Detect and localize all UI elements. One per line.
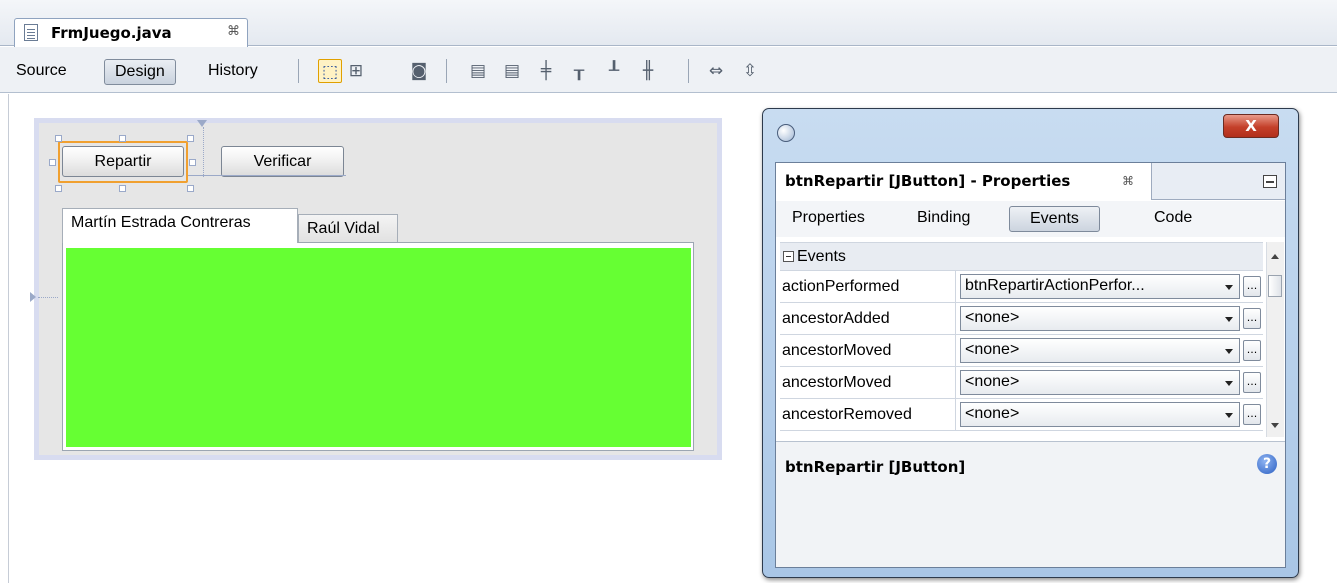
event-handler-value: btnRepartirActionPerfor... [965,277,1145,294]
center-horizontally-icon[interactable]: ╪ [534,59,558,83]
align-left-icon[interactable]: ▤ [466,59,490,83]
tab-martin-estrada-contreras[interactable]: Martín Estrada Contreras [62,208,298,243]
align-right-icon[interactable]: ▤ [500,59,524,83]
event-name: ancestorMoved [782,367,956,399]
editor-tab-bar: FrmJuego.java ⌘ [0,0,1337,47]
selection-outline [58,141,188,183]
events-group-label: Events [797,248,846,265]
dropdown-arrow-icon [1225,317,1233,322]
toolbar-separator [446,59,447,83]
selection-mode-icon[interactable]: ⬚ [318,59,342,83]
editor-tab-frmjuego[interactable]: FrmJuego.java ⌘ [14,18,248,47]
event-handler-value: <none> [965,373,1020,390]
event-handler-combo[interactable]: <none> [960,306,1240,331]
ellipsis-button[interactable]: ... [1243,404,1261,425]
help-icon[interactable]: ? [1257,454,1277,474]
properties-tab-header: btnRepartir [JButton] - Properties ⌘ [776,163,1285,200]
change-vertical-resizability-icon[interactable]: ⇳ [738,59,762,83]
subtab-properties[interactable]: Properties [784,206,873,232]
ellipsis-button[interactable]: ... [1243,276,1261,297]
green-panel[interactable] [66,248,691,447]
resize-handle-s[interactable] [119,185,126,192]
event-handler-combo[interactable]: <none> [960,370,1240,395]
dropdown-arrow-icon [1225,349,1233,354]
event-row: ancestorMoved <none> ... [780,335,1263,367]
toolbar-separator [688,59,689,83]
subtab-binding[interactable]: Binding [909,206,978,232]
close-tab-icon[interactable]: ⌘ [1122,163,1134,200]
resize-handle-sw[interactable] [55,185,62,192]
description-area: btnRepartir [JButton] ? [776,441,1285,567]
events-group-header[interactable]: Events [780,243,1263,271]
dropdown-arrow-icon [1225,285,1233,290]
dropdown-arrow-icon [1225,381,1233,386]
canvas-border [8,94,9,583]
ellipsis-button[interactable]: ... [1243,340,1261,361]
event-row: ancestorAdded <none> ... [780,303,1263,335]
event-handler-combo[interactable]: btnRepartirActionPerfor... [960,274,1240,299]
verificar-button[interactable]: Verificar [221,146,344,177]
properties-tab-title: btnRepartir [JButton] - Properties [785,172,1071,190]
scroll-thumb[interactable] [1268,275,1282,297]
dropdown-arrow-icon [1225,413,1233,418]
change-horizontal-resizability-icon[interactable]: ⇔ [704,59,728,83]
alignment-guide-vertical [203,127,204,177]
design-view-button[interactable]: Design [104,59,176,85]
tab-content-panel [62,242,694,451]
ellipsis-button[interactable]: ... [1243,372,1261,393]
event-row: actionPerformed btnRepartirActionPerfor.… [780,271,1263,303]
window-app-icon [777,124,795,142]
event-handler-combo[interactable]: <none> [960,402,1240,427]
event-handler-value: <none> [965,341,1020,358]
source-view-button[interactable]: Source [6,59,77,85]
properties-subtabs: Properties Binding Events Code [776,201,1285,237]
properties-tab[interactable]: btnRepartir [JButton] - Properties ⌘ [776,163,1152,200]
netbeans-form-editor: FrmJuego.java ⌘ Source Design History ⬚ … [0,0,1337,583]
history-view-button[interactable]: History [198,59,268,85]
description-title: btnRepartir [JButton] [785,458,966,476]
resize-handle-e[interactable] [189,159,196,166]
event-handler-value: <none> [965,405,1020,422]
events-property-sheet: Events actionPerformed btnRepartirAction… [780,242,1263,437]
anchor-left-icon [30,292,36,302]
resize-handle-se[interactable] [187,185,194,192]
event-name: actionPerformed [782,271,956,303]
tab-raul-vidal[interactable]: Raúl Vidal [298,214,398,244]
close-tab-icon[interactable]: ⌘ [227,24,240,39]
alignment-guide-baseline [186,175,346,176]
resize-handle-nw[interactable] [55,135,62,142]
collapse-icon[interactable] [783,251,794,262]
editor-tab-label: FrmJuego.java [51,24,172,42]
align-top-icon[interactable]: ┰ [567,59,591,83]
event-name: ancestorRemoved [782,399,956,431]
resize-handle-n[interactable] [119,135,126,142]
scroll-up-icon[interactable] [1271,254,1279,259]
toolbar-separator [298,59,299,83]
minimize-icon[interactable] [1263,175,1277,188]
subtab-events[interactable]: Events [1009,206,1100,232]
properties-window: X btnRepartir [JButton] - Properties ⌘ P… [762,108,1299,578]
anchor-top-icon [197,120,207,127]
center-vertically-icon[interactable]: ╫ [636,59,660,83]
event-name: ancestorAdded [782,303,956,335]
connection-mode-icon[interactable]: ⊞ [344,59,368,83]
scroll-down-icon[interactable] [1271,423,1279,428]
anchor-guide [38,297,58,298]
resize-handle-w[interactable] [49,159,56,166]
window-close-button[interactable]: X [1223,114,1279,138]
design-toolbar: Source Design History ⬚ ⊞ ◙ ▤ ▤ ╪ ┰ ┸ ╫ … [0,47,1337,93]
preview-design-icon[interactable]: ◙ [407,59,431,83]
ellipsis-button[interactable]: ... [1243,308,1261,329]
align-bottom-icon[interactable]: ┸ [602,59,626,83]
properties-panel: btnRepartir [JButton] - Properties ⌘ Pro… [775,162,1286,568]
subtab-code[interactable]: Code [1146,206,1200,232]
event-name: ancestorMoved [782,335,956,367]
resize-handle-ne[interactable] [187,135,194,142]
event-handler-combo[interactable]: <none> [960,338,1240,363]
event-row: ancestorMoved <none> ... [780,367,1263,399]
event-handler-value: <none> [965,309,1020,326]
event-row: ancestorRemoved <none> ... [780,399,1263,431]
java-file-icon [24,24,38,41]
vertical-scrollbar[interactable] [1266,242,1284,437]
